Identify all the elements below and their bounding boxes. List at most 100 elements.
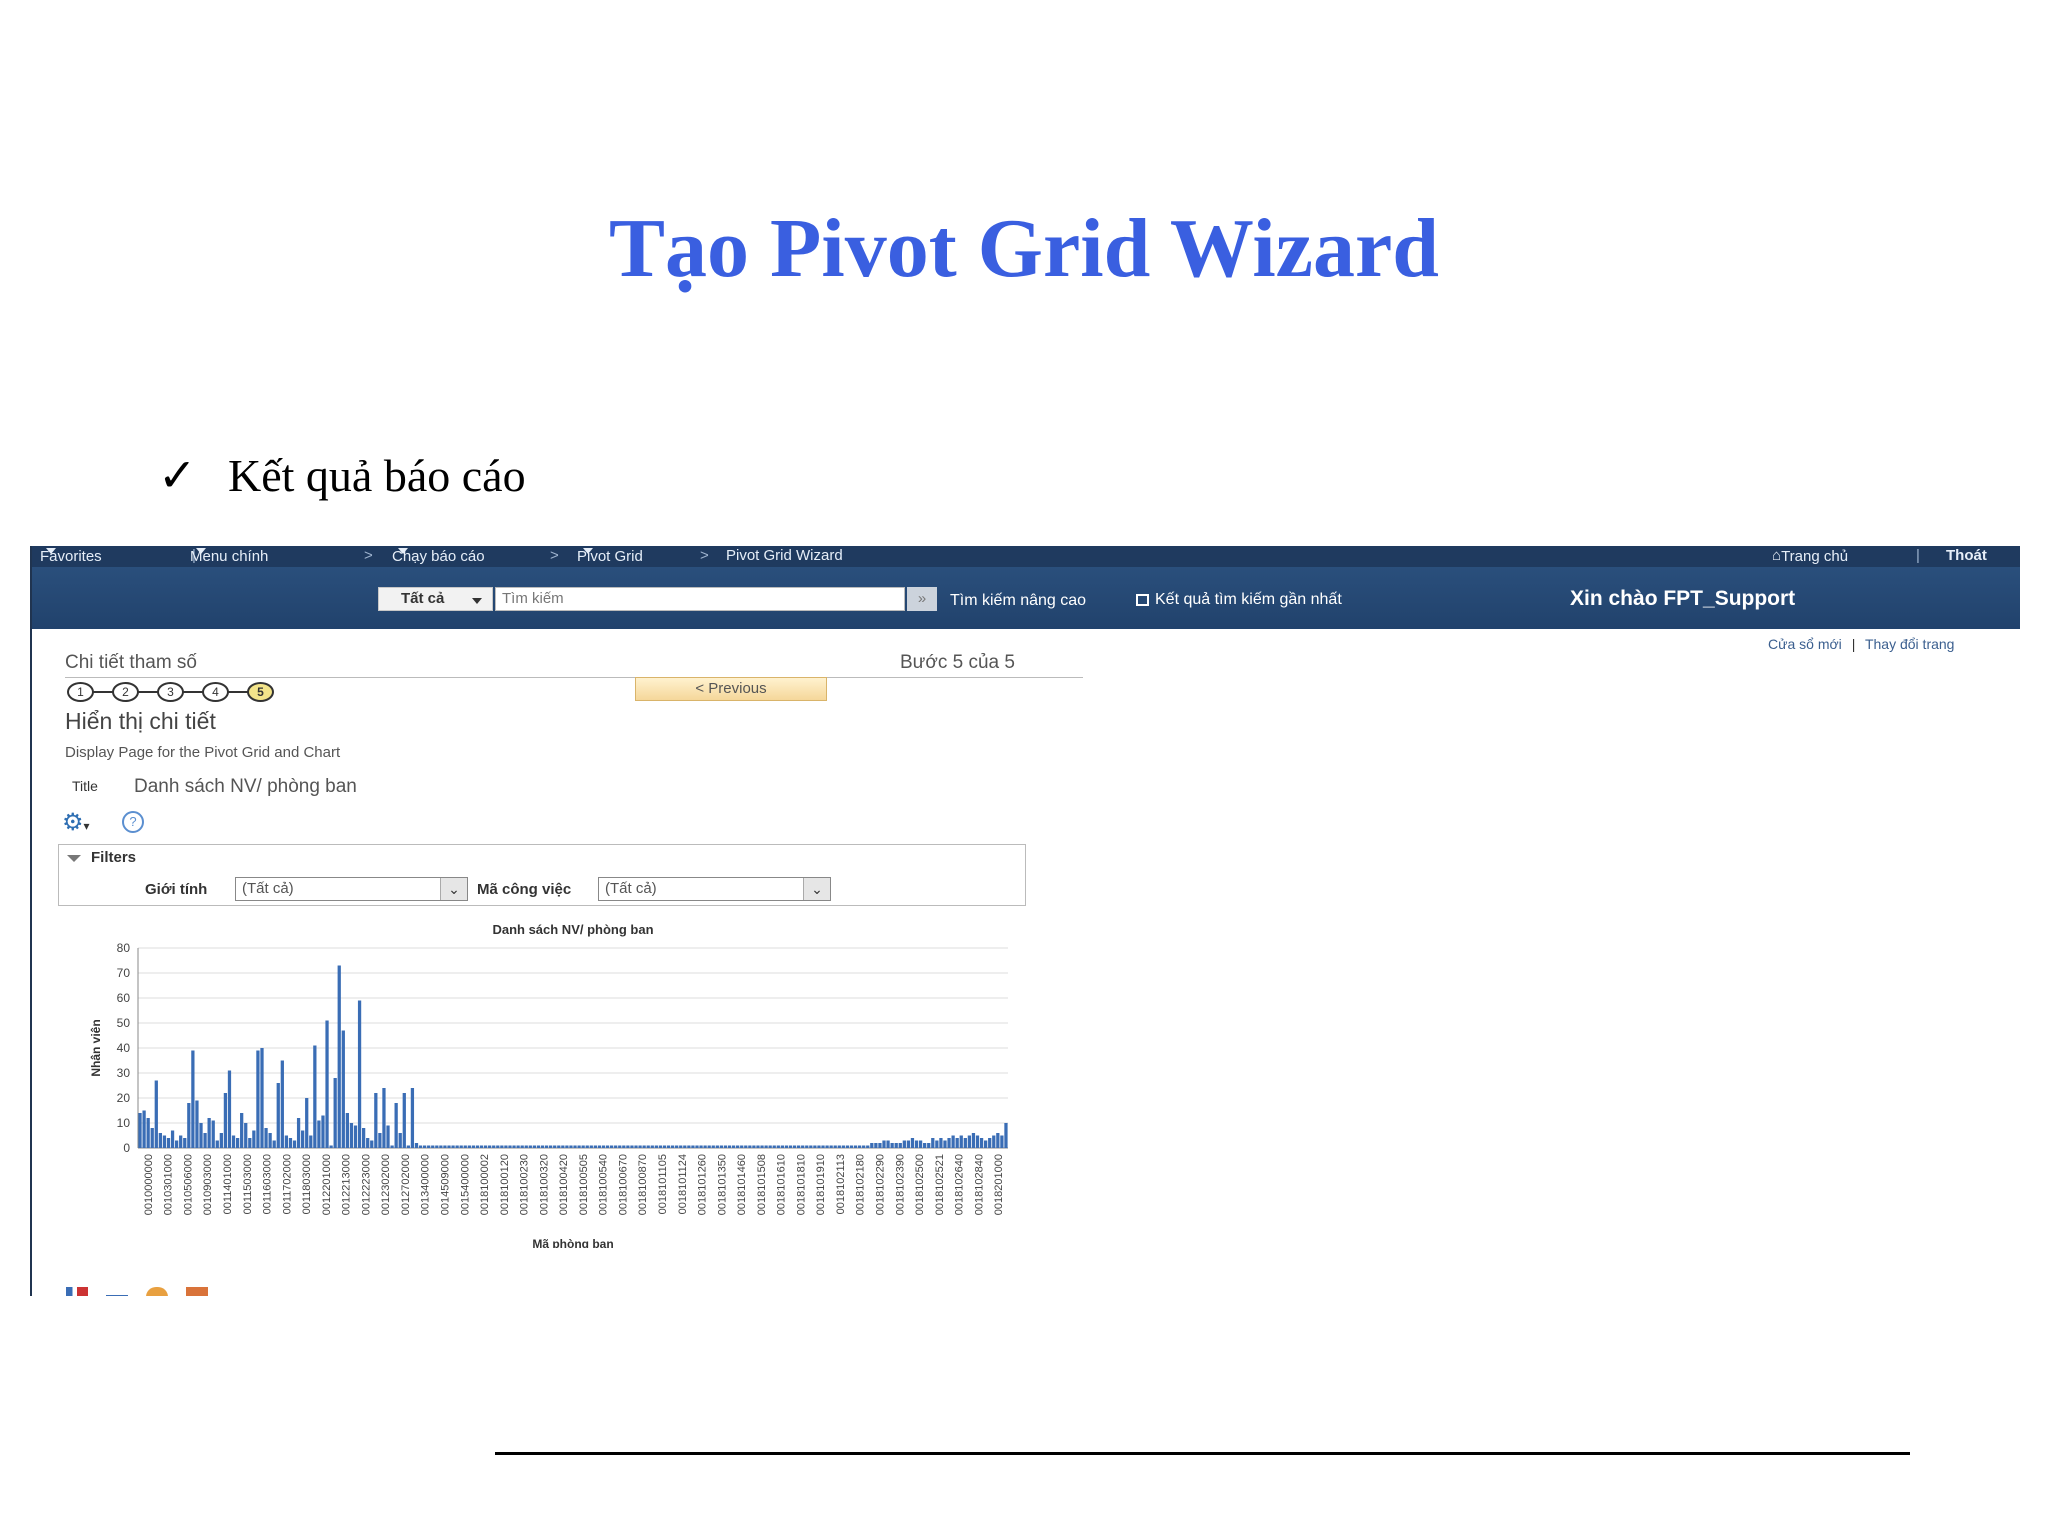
- line-chart-icon[interactable]: [105, 1285, 128, 1296]
- filters-toggle[interactable]: Filters: [67, 849, 136, 866]
- chart-bar: [248, 1138, 252, 1148]
- job-code-select[interactable]: (Tất cả) ⌄: [598, 877, 831, 901]
- logout-link[interactable]: Thoát: [1946, 547, 1987, 564]
- chart-bar: [841, 1145, 845, 1148]
- help-icon[interactable]: ?: [122, 811, 144, 833]
- section-title: Chi tiết tham số: [65, 652, 197, 673]
- recent-results-icon: [1136, 594, 1149, 606]
- chart-bar: [341, 1030, 345, 1148]
- chart-bar: [467, 1145, 471, 1148]
- breadcrumb-pivot-grid-wizard[interactable]: Pivot Grid Wizard: [726, 547, 843, 564]
- chart-bar: [792, 1145, 797, 1148]
- chart-bar: [796, 1145, 801, 1148]
- x-tick-label: 0018101124: [677, 1154, 689, 1214]
- x-tick-label: 0018101610: [776, 1154, 788, 1215]
- bullet-text: Kết quả báo cáo: [228, 450, 526, 501]
- x-tick-label: 0018101810: [795, 1154, 807, 1215]
- job-code-label: Mã công việc: [477, 881, 572, 898]
- chart-bar: [272, 1140, 276, 1148]
- chart-bar: [760, 1145, 764, 1148]
- chart-bar: [268, 1133, 272, 1148]
- title-label: Title: [72, 778, 98, 794]
- personalize-page-link[interactable]: Thay đổi trang: [1865, 636, 1955, 652]
- pie-chart-icon[interactable]: [145, 1287, 168, 1296]
- y-axis-label: Nhân viên: [89, 1019, 103, 1076]
- chart-bar: [317, 1120, 321, 1148]
- wizard-step-3[interactable]: 3: [157, 682, 184, 702]
- chart-bar: [138, 1113, 142, 1148]
- chart-bar: [683, 1145, 687, 1148]
- chart-bar: [882, 1140, 886, 1148]
- y-tick-label: 60: [117, 991, 131, 1005]
- wizard-step-4[interactable]: 4: [202, 682, 229, 702]
- chart-bar: [329, 1145, 333, 1148]
- chart-bar: [691, 1145, 695, 1148]
- chart-bar: [740, 1145, 744, 1148]
- chart-bar: [402, 1093, 406, 1148]
- chart-bar: [357, 1000, 362, 1148]
- wizard-step-1[interactable]: 1: [67, 682, 94, 702]
- chart-bar: [223, 1093, 228, 1148]
- home-link[interactable]: ⌂ Trang chủ: [1772, 547, 1848, 565]
- chart-bar: [955, 1138, 959, 1148]
- chart-bar: [370, 1140, 374, 1148]
- chart-bar: [349, 1123, 354, 1148]
- chart-bar: [382, 1088, 386, 1148]
- chart-bar: [256, 1050, 260, 1148]
- chart-bar: [227, 1070, 232, 1148]
- gender-select[interactable]: (Tất cả) ⌄: [235, 877, 468, 901]
- chart-bar: [935, 1140, 939, 1148]
- chart-bar: [996, 1133, 1000, 1148]
- chart-bar: [894, 1143, 898, 1148]
- chart-bar: [174, 1140, 179, 1148]
- chart-bar: [475, 1145, 480, 1148]
- chart-bar: [544, 1145, 549, 1148]
- x-tick-label: 0018102390: [894, 1154, 906, 1215]
- step-indicator-text: Bước 5 của 5: [900, 652, 1015, 673]
- recent-search-link[interactable]: Kết quả tìm kiếm gần nhất: [1136, 591, 1342, 609]
- chart-bar: [597, 1145, 602, 1148]
- chart-bar: [776, 1145, 780, 1148]
- chart-bar: [878, 1143, 882, 1148]
- gear-icon[interactable]: ⚙▾: [62, 811, 90, 835]
- chart-bar: [170, 1130, 175, 1148]
- chart-bar: [780, 1145, 785, 1148]
- bar-chart-icon[interactable]: [66, 1287, 88, 1296]
- chart-bar: [142, 1110, 146, 1148]
- x-tick-label: 0018100002: [479, 1154, 491, 1215]
- chart-bar: [508, 1145, 512, 1148]
- chart-bar: [305, 1098, 309, 1148]
- advanced-search-link[interactable]: Tìm kiếm nâng cao: [950, 592, 1086, 610]
- x-tick-label: 0018102180: [855, 1154, 867, 1215]
- search-scope-dropdown[interactable]: Tất cả: [378, 587, 493, 611]
- chart-bar: [870, 1143, 874, 1148]
- x-tick-label: 0013400000: [420, 1154, 432, 1215]
- wizard-step-5[interactable]: 5: [247, 682, 274, 702]
- chart-bar: [943, 1140, 947, 1148]
- search-go-button[interactable]: »: [907, 587, 937, 611]
- chart-type-icons: [66, 1284, 222, 1296]
- chart-bar: [642, 1145, 646, 1148]
- y-tick-label: 40: [117, 1041, 131, 1055]
- greeting-text: Xin chào FPT_Support: [1570, 587, 1796, 610]
- link-divider: |: [1851, 636, 1856, 652]
- x-tick-label: 0010301000: [163, 1154, 175, 1215]
- search-input[interactable]: Tìm kiếm: [495, 587, 905, 611]
- chart-bar: [553, 1145, 557, 1148]
- chart-bar: [695, 1145, 699, 1148]
- chart-bar: [707, 1145, 711, 1148]
- chart-bar: [492, 1145, 496, 1148]
- chart-bar: [195, 1100, 199, 1148]
- chart-bar: [679, 1145, 683, 1148]
- new-window-link[interactable]: Cửa sổ mới: [1768, 636, 1842, 652]
- chart-bar: [731, 1145, 736, 1148]
- previous-button[interactable]: < Previous: [635, 677, 827, 701]
- chart-bar: [284, 1135, 289, 1148]
- wizard-step-2[interactable]: 2: [112, 682, 139, 702]
- chart-bar: [280, 1060, 284, 1148]
- x-tick-label: 0018102640: [954, 1154, 966, 1215]
- chart-bar: [662, 1145, 667, 1148]
- horizontal-bar-icon[interactable]: [185, 1287, 208, 1296]
- chart-bar: [500, 1145, 504, 1148]
- x-tick-label: 0015400000: [459, 1154, 471, 1215]
